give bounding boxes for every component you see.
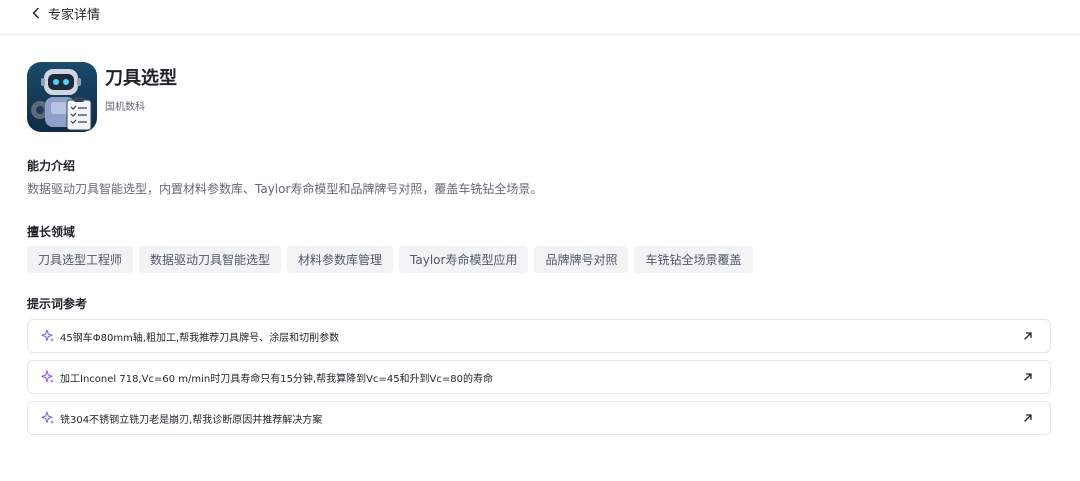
domain-tag: 车铣钻全场景覆盖 <box>634 246 753 273</box>
arrow-up-right-icon <box>1024 332 1032 340</box>
sparkle-icon <box>41 411 54 424</box>
robot-icon <box>27 62 97 132</box>
domain-tag: 材料参数库管理 <box>287 246 394 273</box>
sparkle-icon <box>41 370 54 383</box>
domain-tag: 品牌牌号对照 <box>534 246 629 273</box>
prompt-text: 加工Inconel 718,Vc=60 m/min时刀具寿命只有15分钟,帮我算… <box>60 373 493 385</box>
agent-org: 国机数科 <box>105 102 145 113</box>
back-button[interactable]: 专家详情 <box>30 3 100 23</box>
agent-avatar <box>27 62 97 132</box>
prompt-text: 45钢车Φ80mm轴,粗加工,帮我推荐刀具牌号、涂层和切削参数 <box>60 332 340 344</box>
domain-tag: 数据驱动刀具智能选型 <box>139 246 282 273</box>
prompt-card[interactable]: 铣304不锈钢立铣刀老是崩刃,帮我诊断原因并推荐解决方案 <box>27 401 1051 435</box>
arrow-up-right-icon <box>1024 373 1032 381</box>
prompt-text: 铣304不锈钢立铣刀老是崩刃,帮我诊断原因并推荐解决方案 <box>60 414 323 426</box>
page-title: 专家详情 <box>48 7 101 23</box>
chevron-left-icon <box>32 7 39 19</box>
domain-tags: 刀具选型工程师 数据驱动刀具智能选型 材料参数库管理 Taylor寿命模型应用 … <box>27 246 753 273</box>
domain-tag: 刀具选型工程师 <box>27 246 134 273</box>
top-bar: 专家详情 <box>0 0 1080 35</box>
domains-heading: 擅长领域 <box>27 225 76 239</box>
sparkle-icon <box>41 329 54 342</box>
agent-name: 刀具选型 <box>105 68 177 89</box>
prompt-card[interactable]: 加工Inconel 718,Vc=60 m/min时刀具寿命只有15分钟,帮我算… <box>27 360 1051 394</box>
prompts-heading: 提示词参考 <box>27 297 88 311</box>
arrow-up-right-icon <box>1024 414 1032 422</box>
prompt-card[interactable]: 45钢车Φ80mm轴,粗加工,帮我推荐刀具牌号、涂层和切削参数 <box>27 319 1051 353</box>
intro-heading: 能力介绍 <box>27 159 76 173</box>
domain-tag: Taylor寿命模型应用 <box>399 246 529 273</box>
intro-text: 数据驱动刀具智能选型，内置材料参数库、Taylor寿命模型和品牌牌号对照，覆盖车… <box>27 182 543 196</box>
